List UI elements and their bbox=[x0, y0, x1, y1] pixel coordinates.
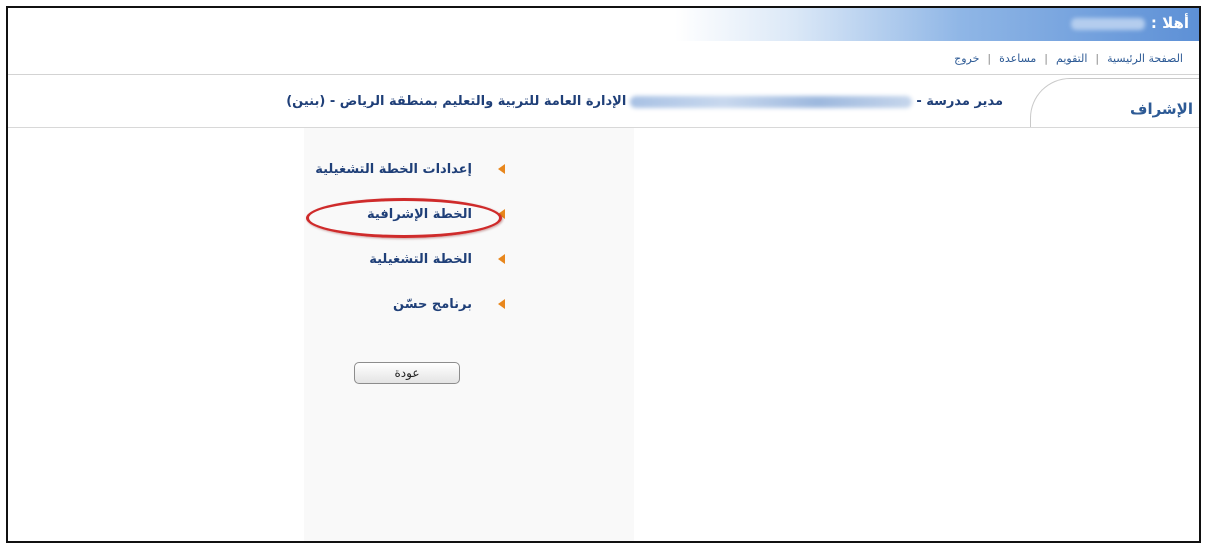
nav-separator: | bbox=[1044, 52, 1049, 65]
nav-logout-link[interactable]: خروج bbox=[954, 52, 979, 65]
organization-name: الإدارة العامة للتربية والتعليم بمنطقة ا… bbox=[286, 94, 627, 109]
greeting-label: أهلا : bbox=[1150, 14, 1189, 32]
arrow-left-icon bbox=[498, 163, 505, 174]
menu-item-label[interactable]: الخطة التشغيلية bbox=[369, 252, 472, 267]
nav-help-link[interactable]: مساعدة bbox=[999, 52, 1036, 65]
menu-item-operational-plan-settings[interactable]: إعدادات الخطة التشغيلية bbox=[315, 158, 505, 203]
top-nav-menu: الصفحة الرئيسية | التقويم | مساعدة | خروج bbox=[954, 52, 1183, 65]
menu-item-label[interactable]: إعدادات الخطة التشغيلية bbox=[315, 162, 472, 177]
supervision-menu-list: إعدادات الخطة التشغيلية الخطة الإشرافية … bbox=[315, 158, 505, 338]
user-role-organization: مدير مدرسة - الإدارة العامة للتربية والتع… bbox=[286, 94, 1003, 109]
nav-home-link[interactable]: الصفحة الرئيسية bbox=[1107, 52, 1183, 65]
menu-item-operational-plan[interactable]: الخطة التشغيلية bbox=[315, 248, 505, 293]
nav-separator: | bbox=[987, 52, 992, 65]
greeting: أهلا : bbox=[1070, 14, 1189, 32]
role-prefix: مدير مدرسة - bbox=[916, 94, 1003, 109]
menu-item-label[interactable]: برنامج حسّن bbox=[393, 297, 472, 312]
back-button[interactable]: عودة bbox=[354, 362, 460, 384]
arrow-left-icon bbox=[498, 298, 505, 309]
app-window: أهلا : الصفحة الرئيسية | التقويم | مساعدة | خر… bbox=[6, 6, 1201, 543]
nav-separator: | bbox=[1095, 52, 1100, 65]
highlight-circle-annotation bbox=[306, 198, 502, 238]
top-header-bar: أهلا : bbox=[8, 8, 1199, 41]
redacted-user-name bbox=[1070, 17, 1145, 30]
section-tab-label: الإشراف bbox=[1130, 100, 1193, 118]
redacted-school-name bbox=[630, 95, 913, 108]
menu-item-hassan-program[interactable]: برنامج حسّن bbox=[315, 293, 505, 338]
nav-calendar-link[interactable]: التقويم bbox=[1056, 52, 1087, 65]
arrow-left-icon bbox=[498, 253, 505, 264]
